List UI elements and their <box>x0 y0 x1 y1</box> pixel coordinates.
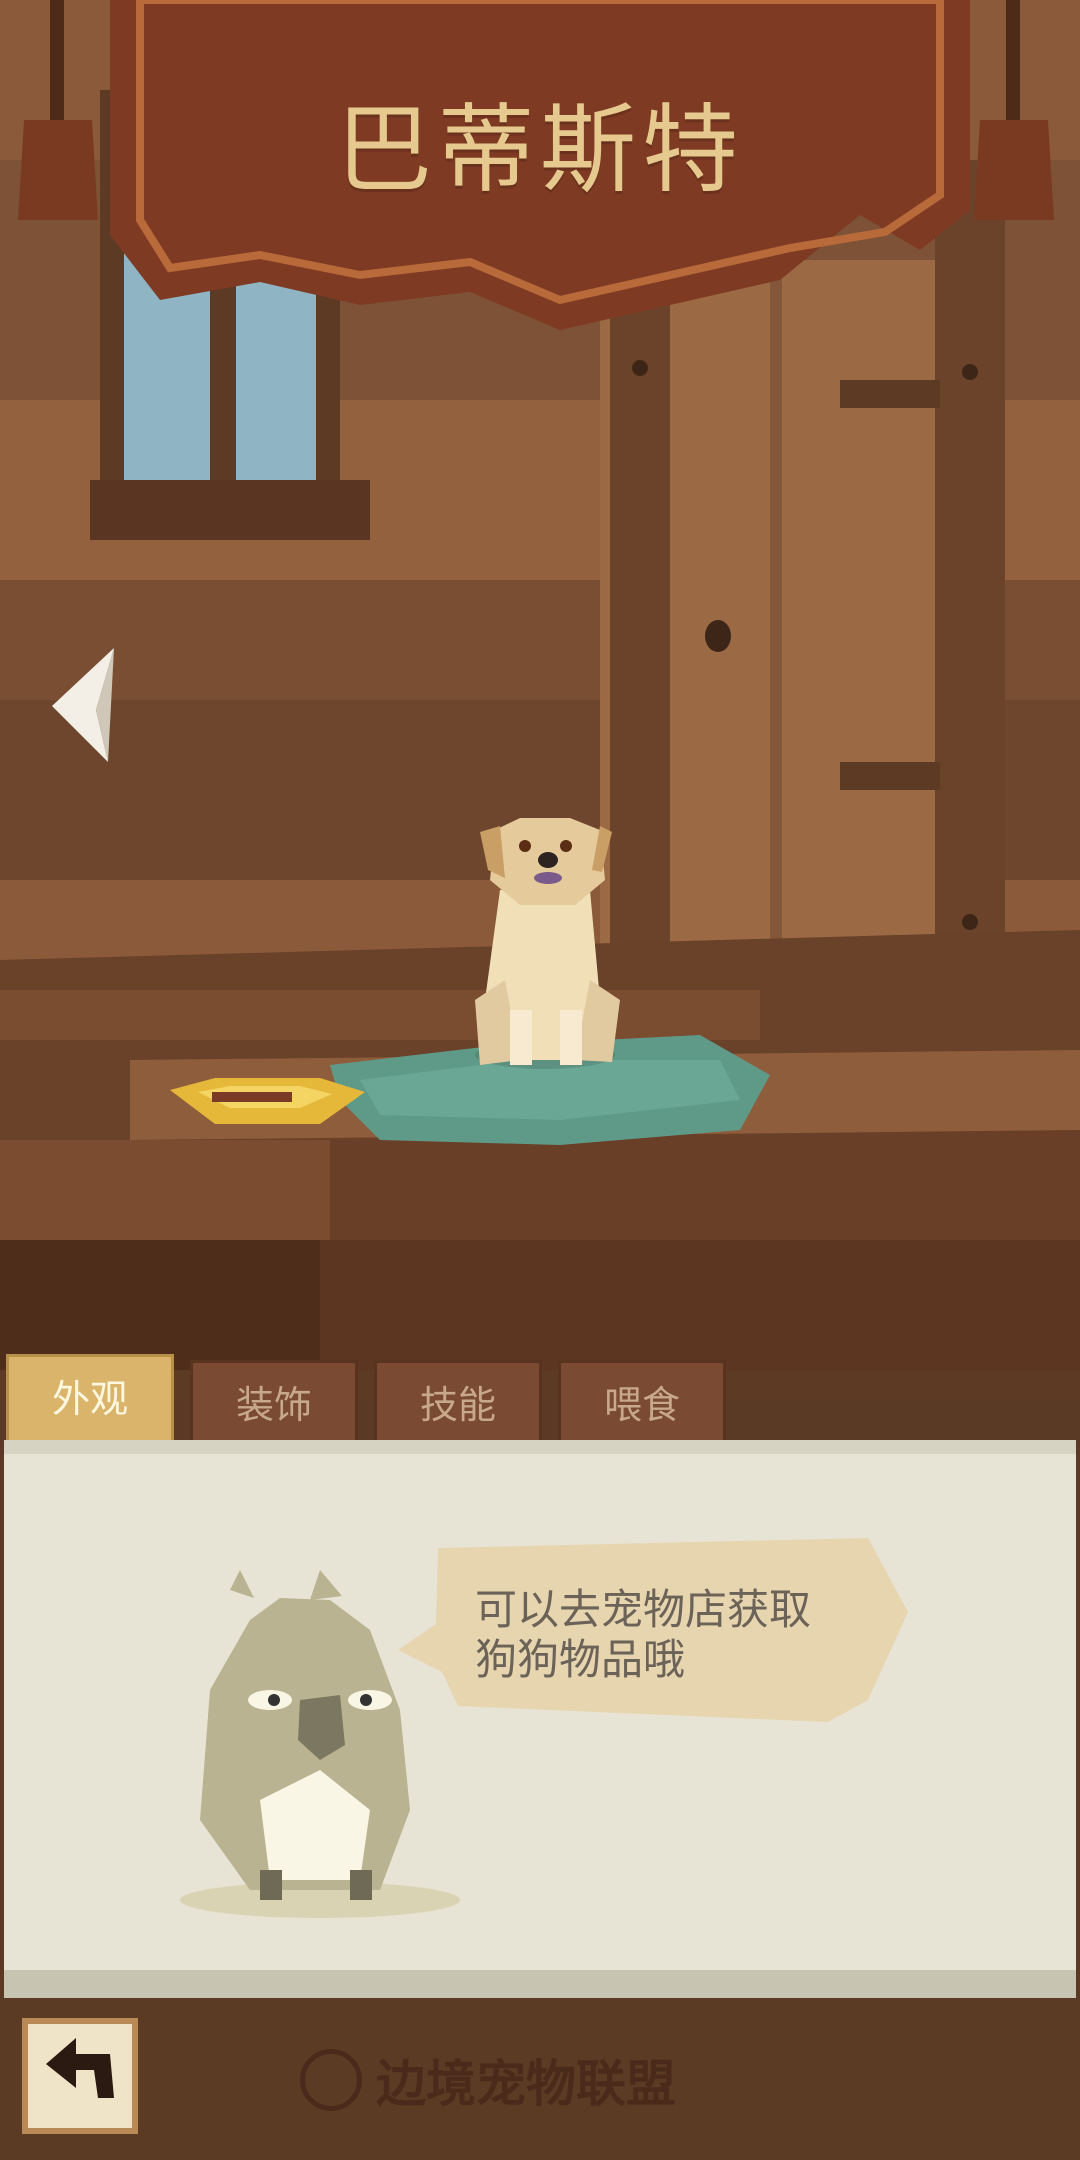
watermark-logo: 边境宠物联盟 <box>300 2040 760 2120</box>
pet-name-title: 巴蒂斯特 <box>336 94 744 206</box>
shop-hint-text: 可以去宠物店获取 狗狗物品哦 <box>475 1585 875 1685</box>
tab-skills[interactable]: 技能 <box>374 1360 542 1444</box>
tab-appearance[interactable]: 外观 <box>6 1354 174 1444</box>
panel-base <box>4 1970 1076 1998</box>
tab-feeding[interactable]: 喂食 <box>558 1360 726 1444</box>
pet-tabs: 外观 装饰 技能 喂食 <box>0 1352 1080 1444</box>
watermark-emblem-icon <box>300 2049 362 2111</box>
back-button[interactable] <box>22 2018 138 2134</box>
hint-line-1: 可以去宠物店获取 <box>475 1585 812 1634</box>
watermark-text: 边境宠物联盟 <box>376 2055 676 2113</box>
tab-decoration[interactable]: 装饰 <box>190 1360 358 1444</box>
arrow-left-icon[interactable] <box>52 648 122 768</box>
return-arrow-icon <box>46 2038 114 2098</box>
hint-line-2: 狗狗物品哦 <box>475 1635 686 1684</box>
